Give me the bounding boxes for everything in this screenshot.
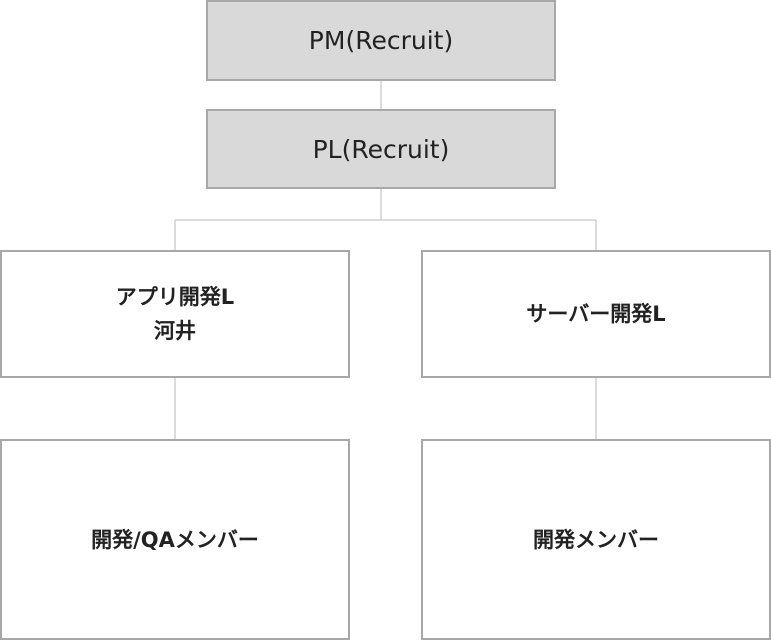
server-lead-node: サーバー開発L xyxy=(421,250,771,378)
dev-member-node: 開発メンバー xyxy=(421,439,771,640)
dev-member-label: 開発メンバー xyxy=(533,527,659,552)
pl-node: PL(Recruit) xyxy=(206,109,556,189)
pl-label: PL(Recruit) xyxy=(312,134,450,164)
app-lead-node: アプリ開発L 河井 xyxy=(0,250,350,378)
app-lead-name: 河井 xyxy=(154,319,196,343)
pm-label: PM(Recruit) xyxy=(308,26,454,55)
server-lead-title: サーバー開発L xyxy=(526,302,666,326)
dev-qa-member-node: 開発/QAメンバー xyxy=(0,439,350,640)
pm-node: PM(Recruit) xyxy=(206,0,556,81)
app-lead-title: アプリ開発L xyxy=(115,285,235,309)
dev-qa-member-label: 開発/QAメンバー xyxy=(91,527,259,552)
